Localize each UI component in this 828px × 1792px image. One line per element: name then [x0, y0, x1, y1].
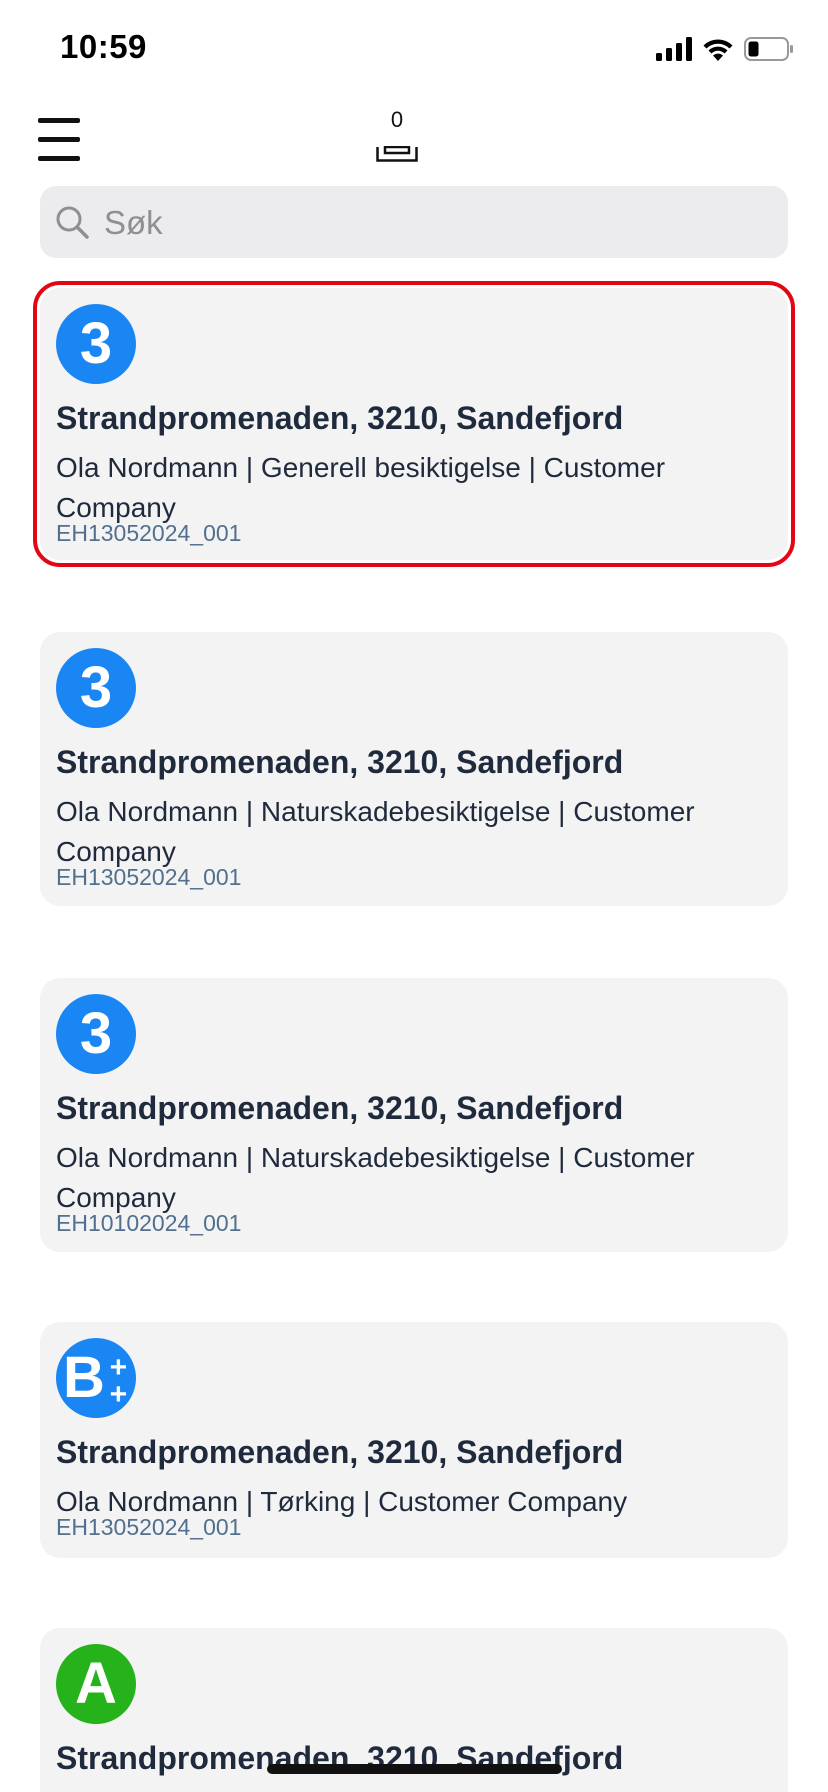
- rating-badge: 3: [56, 648, 136, 728]
- battery-icon: [744, 37, 793, 61]
- status-time: 10:59: [60, 28, 147, 65]
- wifi-icon: [703, 39, 733, 61]
- rating-badge-label: B: [63, 1345, 105, 1410]
- inspection-card[interactable]: 3 Strandpromenaden, 3210, Sandefjord Ola…: [33, 281, 795, 567]
- rating-badge-label: 3: [79, 655, 113, 720]
- inspection-card[interactable]: 3 Strandpromenaden, 3210, Sandefjord Ola…: [40, 978, 788, 1252]
- inspection-card[interactable]: 3 Strandpromenaden, 3210, Sandefjord Ola…: [40, 632, 788, 906]
- screen: 10:59 0 Søk 3 Strandpromenaden, 3210, Sa…: [0, 0, 828, 1792]
- hamburger-line: [38, 137, 80, 142]
- rating-badge-label: 3: [79, 1001, 113, 1066]
- card-title: Strandpromenaden, 3210, Sandefjord: [56, 1434, 624, 1470]
- card-id: EH10102024_001: [56, 1210, 242, 1236]
- cart-count: 0: [390, 107, 404, 132]
- card-title: Strandpromenaden, 3210, Sandefjord: [56, 744, 624, 780]
- menu-button[interactable]: [38, 118, 84, 162]
- cart-button[interactable]: 0: [372, 108, 422, 168]
- tray-icon: [376, 146, 418, 162]
- card-title: Strandpromenaden, 3210, Sandefjord: [56, 1090, 624, 1126]
- card-id: EH13052024_001: [56, 864, 242, 890]
- card-description: Ola Nordmann | Generell besiktigelse | C…: [56, 452, 666, 523]
- card-id: EH13052024_001: [56, 520, 242, 546]
- rating-badge-suffix: ++: [101, 1351, 135, 1405]
- search-icon: [56, 206, 89, 239]
- search-input[interactable]: [102, 186, 766, 260]
- search-bar[interactable]: [40, 186, 788, 260]
- rating-badge: A: [56, 1644, 136, 1724]
- rating-badge-label: A: [75, 1651, 117, 1716]
- cellular-signal-icon: [656, 37, 692, 61]
- home-indicator: [267, 1764, 562, 1774]
- card-id: EH13052024_001: [56, 1514, 242, 1540]
- card-title: Strandpromenaden, 3210, Sandefjord: [56, 400, 624, 436]
- rating-badge-label: 3: [79, 311, 113, 376]
- rating-badge: B ++: [56, 1338, 136, 1418]
- status-icons: [656, 34, 794, 64]
- card-description: Ola Nordmann | Naturskadebesiktigelse | …: [56, 1142, 695, 1213]
- inspection-card[interactable]: B ++ Strandpromenaden, 3210, Sandefjord O…: [40, 1322, 788, 1558]
- rating-badge: 3: [56, 994, 136, 1074]
- rating-badge: 3: [56, 304, 136, 384]
- status-bar: 10:59: [0, 0, 828, 100]
- hamburger-line: [38, 156, 80, 161]
- hamburger-line: [38, 118, 80, 123]
- card-description: Ola Nordmann | Naturskadebesiktigelse | …: [56, 796, 695, 867]
